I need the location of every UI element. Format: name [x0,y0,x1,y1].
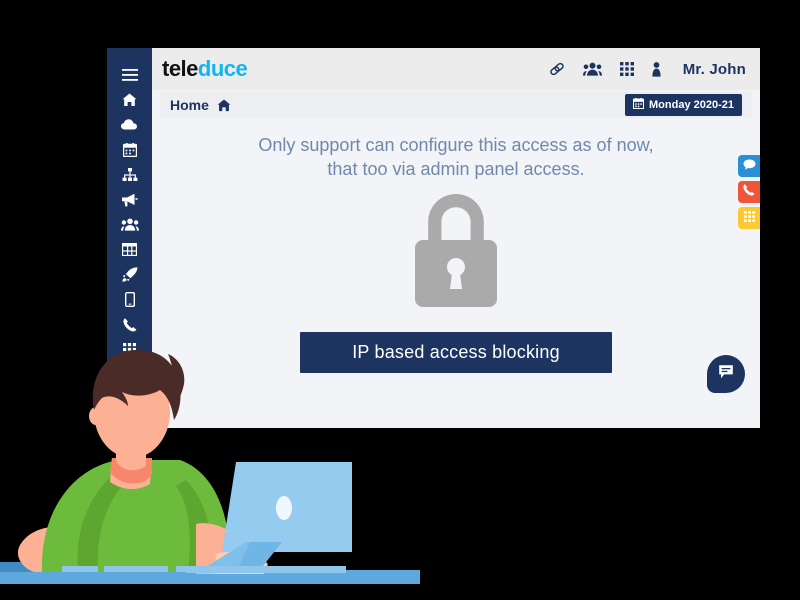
sidebar-item-calls[interactable] [107,312,152,337]
grid-icon [743,209,755,227]
table-grid-icon [122,243,137,256]
app-window: teleduce Mr. John Home Monday 2020-21 On… [107,48,760,428]
date-badge-label: Monday 2020-21 [649,99,734,111]
padlock-icon [413,192,499,314]
sidebar-item-cloud[interactable] [107,112,152,137]
apps-grid-icon[interactable] [619,62,634,76]
people-group-icon[interactable] [582,62,602,76]
breadcrumb-item-home[interactable]: Home [170,97,209,113]
breadcrumb: Home Monday 2020-21 [160,92,752,118]
phone-icon [122,317,137,332]
username-label[interactable]: Mr. John [683,61,746,78]
sidebar-item-contacts[interactable] [107,212,152,237]
chat-tab[interactable] [738,155,760,177]
screenshot-stage: teleduce Mr. John Home Monday 2020-21 On… [0,0,800,600]
access-notice-line-1: Only support can configure this access a… [258,135,654,155]
cloud-icon [121,119,138,130]
logo-text-secondary: duce [197,56,248,81]
sidebar-item-apps[interactable] [107,337,152,362]
user-icon[interactable] [652,61,661,77]
keypad-tab[interactable] [738,207,760,229]
sidebar-item-sitemap[interactable] [107,162,152,187]
phone-icon [743,183,755,201]
ip-based-access-blocking-button[interactable]: IP based access blocking [300,331,612,373]
main-content: Only support can configure this access a… [152,120,760,428]
calendar-icon [122,142,137,157]
mobile-icon [124,292,135,307]
chat-widget-button[interactable] [707,355,745,393]
rocket-icon [121,267,138,282]
hamburger-menu-icon [121,68,138,81]
sidebar [107,48,152,428]
sidebar-item-menu[interactable] [107,62,152,87]
sidebar-item-launch[interactable] [107,262,152,287]
link-icon[interactable] [549,61,565,77]
access-notice-line-2: that too via admin panel access. [327,158,585,179]
floating-side-tabs [738,155,760,229]
speech-bubble-icon [743,157,756,175]
sidebar-item-mobile[interactable] [107,287,152,312]
home-icon [122,93,137,107]
call-tab[interactable] [738,181,760,203]
sidebar-item-campaigns[interactable] [107,187,152,212]
sidebar-item-reports[interactable] [107,237,152,262]
calendar-icon [632,98,645,112]
sitemap-icon [122,167,138,182]
header-actions: Mr. John [549,61,746,78]
megaphone-icon [121,193,138,207]
date-badge[interactable]: Monday 2020-21 [625,94,742,116]
app-header: teleduce Mr. John [152,48,760,90]
message-icon [718,364,734,385]
sidebar-item-home[interactable] [107,87,152,112]
people-icon [120,218,139,231]
app-logo[interactable]: teleduce [162,56,248,81]
sidebar-item-calendar[interactable] [107,137,152,162]
access-notice: Only support can configure this access a… [258,134,653,182]
home-icon [217,98,231,112]
apps-grid-icon [123,343,136,356]
logo-text-primary: tele [162,56,198,81]
